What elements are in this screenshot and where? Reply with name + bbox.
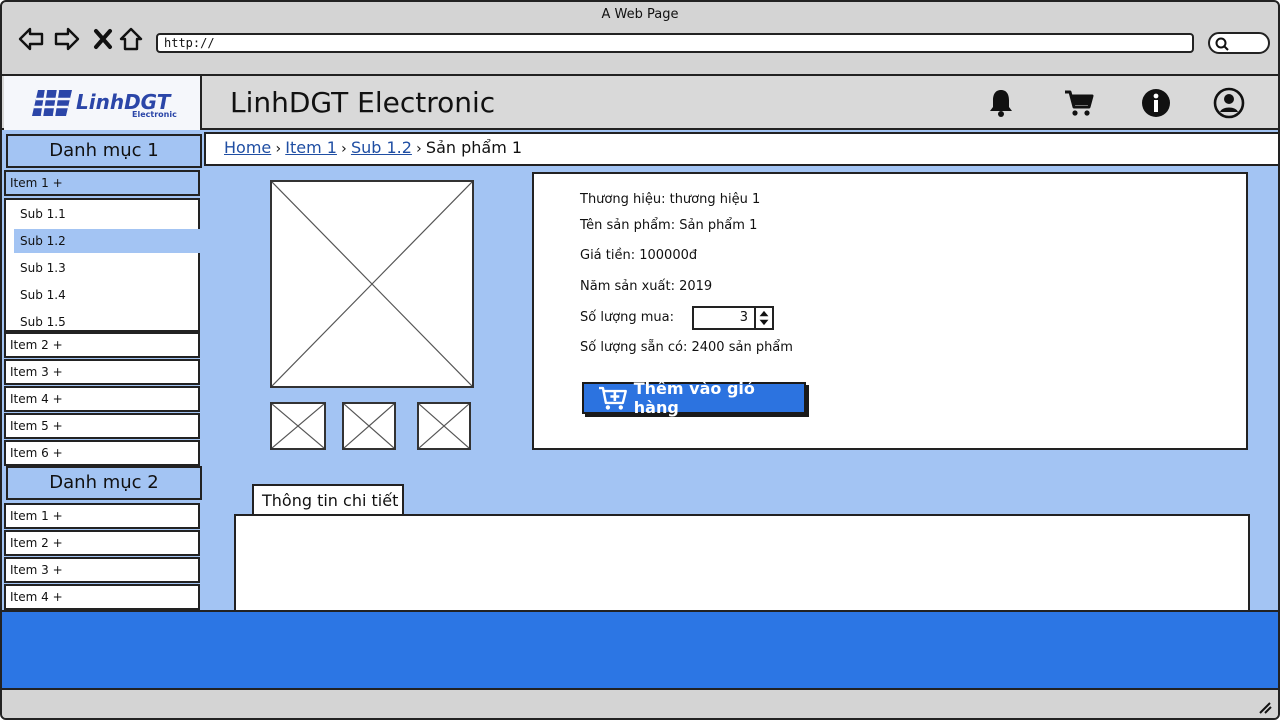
breadcrumb-home[interactable]: Home [224,138,271,157]
sidebar: Danh mục 1 Item 1 + Sub 1.1 Sub 1.2 Sub … [4,130,202,610]
sub-item-1-4[interactable]: Sub 1.4 [14,283,202,307]
search-icon [1215,37,1229,51]
browser-window: A Web Page http:// LinhDGT Electronic Li… [0,0,1280,720]
tab-detail[interactable]: Thông tin chi tiết [252,484,404,518]
status-bar [2,690,1278,718]
back-icon[interactable] [16,24,46,54]
add-to-cart-label: Thêm vào giỏ hàng [633,379,755,417]
sidebar-cat1-item-1[interactable]: Item 1 + [4,170,200,196]
breadcrumb: Home › Item 1 › Sub 1.2 › Sản phẩm 1 [204,132,1278,166]
logo-chip-icon [32,90,72,116]
close-icon[interactable] [88,24,118,54]
sidebar-cat2-item-4[interactable]: Item 4 + [4,584,200,610]
url-input[interactable]: http:// [156,33,1194,53]
resize-grip-icon[interactable] [1258,702,1272,714]
product-stock: Số lượng sẵn có: 2400 sản phẩm [580,340,793,355]
footer [2,610,1278,690]
sidebar-cat1-item-4[interactable]: Item 4 + [4,386,200,412]
add-to-cart-button[interactable]: Thêm vào giỏ hàng [582,379,806,417]
product-thumbnail-2[interactable] [342,402,396,450]
category-1-title[interactable]: Danh mục 1 [6,134,202,168]
user-icon[interactable] [1210,84,1248,122]
bell-icon[interactable] [982,84,1020,122]
tab-panel-detail [234,514,1250,610]
sidebar-cat2-item-1[interactable]: Item 1 + [4,503,200,529]
breadcrumb-item[interactable]: Item 1 [285,138,337,157]
product-price: Giá tiền: 100000đ [580,248,698,263]
product-main-image[interactable] [270,180,474,388]
chevron-right-icon: › [416,141,422,157]
product-name: Tên sản phẩm: Sản phẩm 1 [580,218,758,233]
quantity-value[interactable]: 3 [740,310,748,325]
sub-item-1-1[interactable]: Sub 1.1 [14,202,202,226]
chevron-right-icon: › [341,141,347,157]
breadcrumb-current: Sản phẩm 1 [425,138,523,157]
sub-item-1-5[interactable]: Sub 1.5 [14,310,202,334]
product-thumbnail-1[interactable] [270,402,326,450]
chevron-right-icon: › [275,141,282,157]
quantity-label: Số lượng mua: [580,310,675,325]
cart-icon[interactable] [1060,84,1098,122]
window-title: A Web Page [601,7,679,22]
sub-item-1-2[interactable]: Sub 1.2 [14,229,202,253]
product-year: Năm sản xuất: 2019 [580,279,713,294]
breadcrumb-sub[interactable]: Sub 1.2 [351,138,412,157]
sidebar-cat1-item-2[interactable]: Item 2 + [4,332,200,358]
sidebar-cat1-item-5[interactable]: Item 5 + [4,413,200,439]
site-title: LinhDGT Electronic [230,86,496,119]
product-brand: Thương hiệu: thương hiệu 1 [580,192,761,207]
sub-item-1-3[interactable]: Sub 1.3 [14,256,202,280]
category-2-title[interactable]: Danh mục 2 [6,466,202,500]
submenu: Sub 1.1 Sub 1.2 Sub 1.3 Sub 1.4 Sub 1.5 [4,198,202,334]
quantity-stepper[interactable]: 3 [692,306,774,330]
logo[interactable]: LinhDGT Electronic [4,76,202,130]
sidebar-cat2-item-2[interactable]: Item 2 + [4,530,200,556]
browser-search-field[interactable] [1208,32,1270,54]
sidebar-cat1-item-3[interactable]: Item 3 + [4,359,200,385]
cart-plus-icon [598,386,627,410]
forward-icon[interactable] [52,24,82,54]
spinner-arrows-icon[interactable] [754,308,772,328]
main-area: Danh mục 1 Item 1 + Sub 1.1 Sub 1.2 Sub … [2,130,1278,610]
sidebar-cat1-item-6[interactable]: Item 6 + [4,440,200,466]
sidebar-cat2-item-3[interactable]: Item 3 + [4,557,200,583]
home-icon[interactable] [116,24,146,54]
logo-subtext: Electronic [132,110,177,119]
product-thumbnail-3[interactable] [417,402,471,450]
site-header: LinhDGT Electronic LinhDGT Electronic [2,74,1278,130]
product-info-panel: Thương hiệu: thương hiệu 1 Tên sản phẩm:… [532,172,1248,450]
info-icon[interactable] [1137,84,1175,122]
